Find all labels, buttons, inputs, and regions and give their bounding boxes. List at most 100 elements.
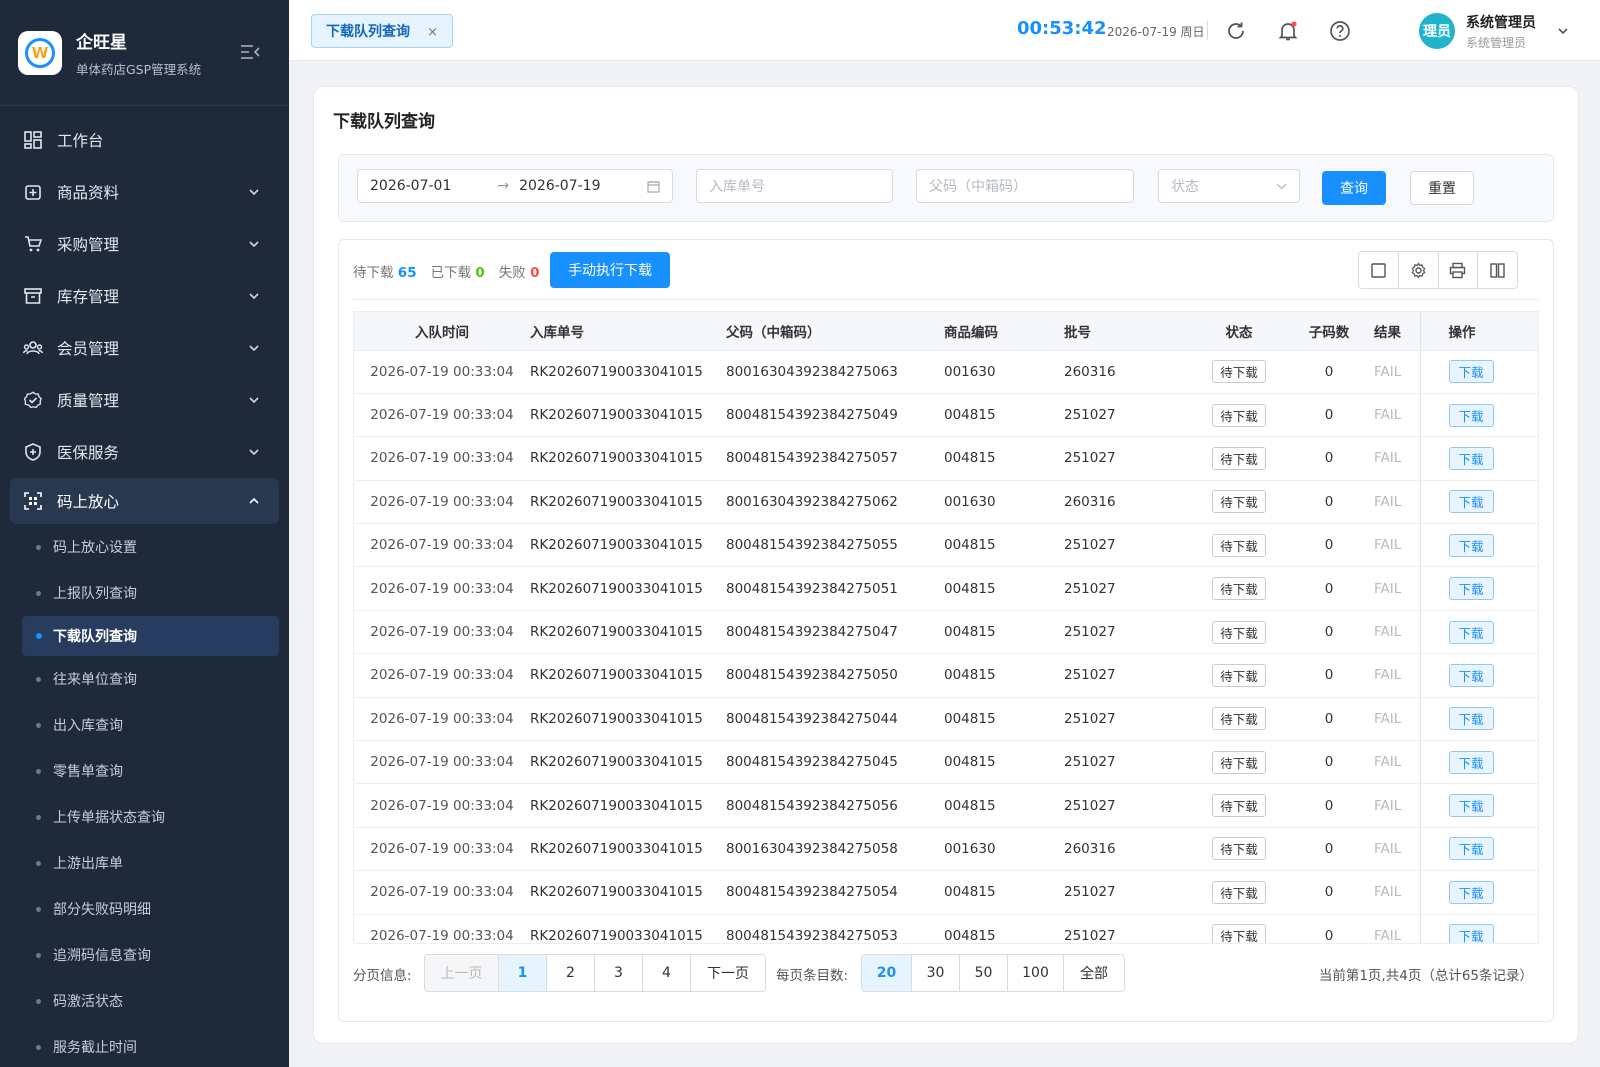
menu-item-trace-code[interactable]: 码上放心: [10, 478, 279, 524]
download-button[interactable]: 下载: [1448, 707, 1494, 731]
page-size-option[interactable]: 全部: [1064, 955, 1124, 991]
table-row[interactable]: 2026-07-19 00:33:04 RK202607190033041015 8…: [354, 740, 1538, 785]
page-button[interactable]: 4: [643, 955, 691, 991]
table-row[interactable]: 2026-07-19 00:33:04 RK202607190033041015 8…: [354, 480, 1538, 525]
download-button[interactable]: 下载: [1448, 750, 1494, 774]
menu-item-inventory[interactable]: 库存管理: [0, 270, 289, 322]
menu-item-insurance[interactable]: 医保服务: [0, 426, 289, 478]
bell-icon[interactable]: [1277, 20, 1299, 42]
print-icon[interactable]: [1439, 252, 1479, 288]
submenu-item[interactable]: 追溯码信息查询: [0, 932, 289, 978]
help-icon[interactable]: [1329, 20, 1351, 42]
cell-batch-number: 251027: [1064, 653, 1184, 698]
submenu-item[interactable]: 上报队列查询: [0, 570, 289, 616]
query-button[interactable]: 查询: [1322, 171, 1386, 205]
page-button[interactable]: 3: [595, 955, 643, 991]
download-button[interactable]: 下载: [1448, 403, 1494, 427]
table-row[interactable]: 2026-07-19 00:33:04 RK202607190033041015 8…: [354, 436, 1538, 481]
user-name[interactable]: 系统管理员: [1466, 12, 1536, 32]
date-range-picker[interactable]: 2026-07-01 → 2026-07-19: [357, 169, 673, 203]
column-header[interactable]: 状态: [1184, 312, 1294, 351]
table-row[interactable]: 2026-07-19 00:33:04 RK202607190033041015 8…: [354, 914, 1538, 943]
reset-button[interactable]: 重置: [1410, 171, 1474, 205]
page-size-option[interactable]: 100: [1008, 955, 1064, 991]
chevron-down-icon: [249, 397, 259, 404]
chevron-down-icon[interactable]: [1557, 26, 1569, 36]
submenu-item[interactable]: 零售单查询: [0, 748, 289, 794]
download-button[interactable]: 下载: [1448, 533, 1494, 557]
column-header[interactable]: 批号: [1064, 312, 1184, 351]
queue-stats: 待下载 65 已下载 0 失败 0: [353, 261, 540, 281]
column-header[interactable]: 入队时间: [354, 312, 530, 351]
download-button[interactable]: 下载: [1448, 794, 1494, 818]
cell-child-count: 0: [1294, 740, 1364, 785]
submenu-item-active[interactable]: 下载队列查询: [22, 616, 279, 656]
data-table: 入队时间 入库单号 父码（中箱码） 商品编码 批号 状态 子码数 结果 操作 2…: [353, 311, 1539, 944]
download-button[interactable]: 下载: [1448, 490, 1494, 514]
submenu-item[interactable]: 码上放心设置: [0, 524, 289, 570]
settings-icon[interactable]: [1399, 252, 1439, 288]
page-size-option[interactable]: 50: [960, 955, 1008, 991]
download-button[interactable]: 下载: [1448, 446, 1494, 470]
tab-download-queue[interactable]: 下载队列查询 ×: [311, 14, 453, 48]
table-row[interactable]: 2026-07-19 00:33:04 RK202607190033041015 8…: [354, 783, 1538, 828]
status-select[interactable]: 状态: [1158, 169, 1300, 203]
submenu-item[interactable]: 出入库查询: [0, 702, 289, 748]
download-button[interactable]: 下载: [1448, 880, 1494, 904]
download-button[interactable]: 下载: [1448, 924, 1494, 943]
table-row[interactable]: 2026-07-19 00:33:04 RK202607190033041015 8…: [354, 523, 1538, 568]
table-row[interactable]: 2026-07-19 00:33:04 RK202607190033041015 8…: [354, 350, 1538, 394]
column-header[interactable]: 父码（中箱码）: [726, 312, 944, 351]
submenu-item[interactable]: 上游出库单: [0, 840, 289, 886]
avatar[interactable]: 理员: [1419, 13, 1455, 49]
column-header[interactable]: 商品编码: [944, 312, 1064, 351]
download-button[interactable]: 下载: [1448, 837, 1494, 861]
collapse-menu-icon[interactable]: [240, 44, 260, 60]
table-row[interactable]: 2026-07-19 00:33:04 RK202607190033041015 8…: [354, 566, 1538, 611]
column-header[interactable]: 结果: [1364, 312, 1420, 351]
page-button[interactable]: 1: [499, 955, 547, 991]
cell-child-count: 0: [1294, 436, 1364, 481]
cell-product-code: 004815: [944, 566, 1064, 611]
table-row[interactable]: 2026-07-19 00:33:04 RK202607190033041015 8…: [354, 610, 1538, 655]
download-button[interactable]: 下载: [1448, 663, 1494, 687]
table-row[interactable]: 2026-07-19 00:33:04 RK202607190033041015 8…: [354, 827, 1538, 872]
page-button[interactable]: 2: [547, 955, 595, 991]
next-page-button[interactable]: 下一页: [691, 955, 765, 991]
cell-product-code: 001630: [944, 480, 1064, 525]
menu-item-purchase[interactable]: 采购管理: [0, 218, 289, 270]
cell-status: 待下载: [1184, 436, 1294, 481]
submenu-item[interactable]: 服务截止时间: [0, 1024, 289, 1067]
parent-code-input[interactable]: 父码（中箱码）: [916, 169, 1134, 203]
table-row[interactable]: 2026-07-19 00:33:04 RK202607190033041015 8…: [354, 653, 1538, 698]
refresh-icon[interactable]: [1225, 20, 1247, 42]
submenu-item[interactable]: 往来单位查询: [0, 656, 289, 702]
download-button[interactable]: 下载: [1448, 577, 1494, 601]
inventory-icon: [23, 286, 43, 306]
table-row[interactable]: 2026-07-19 00:33:04 RK202607190033041015 8…: [354, 870, 1538, 915]
table-row[interactable]: 2026-07-19 00:33:04 RK202607190033041015 8…: [354, 697, 1538, 742]
menu-item-quality[interactable]: 质量管理: [0, 374, 289, 426]
inbound-number-input[interactable]: 入库单号: [696, 169, 893, 203]
submenu-item[interactable]: 码激活状态: [0, 978, 289, 1024]
close-icon[interactable]: ×: [427, 25, 438, 40]
submenu-item[interactable]: 上传单据状态查询: [0, 794, 289, 840]
menu-item-dashboard[interactable]: 工作台: [0, 114, 289, 166]
submenu-item[interactable]: 部分失败码明细: [0, 886, 289, 932]
column-header[interactable]: 入库单号: [530, 312, 726, 351]
cell-batch-number: 251027: [1064, 783, 1184, 828]
columns-icon[interactable]: [1478, 252, 1517, 288]
column-header[interactable]: 子码数: [1294, 312, 1364, 351]
menu-item-goods[interactable]: 商品资料: [0, 166, 289, 218]
cell-inbound-number: RK202607190033041015: [530, 697, 726, 742]
fullscreen-icon[interactable]: [1359, 252, 1399, 288]
download-button[interactable]: 下载: [1448, 360, 1494, 384]
table-row[interactable]: 2026-07-19 00:33:04 RK202607190033041015 8…: [354, 393, 1538, 438]
cell-result: FAIL: [1364, 697, 1420, 742]
download-button[interactable]: 下载: [1448, 620, 1494, 644]
page-size-option[interactable]: 20: [862, 955, 912, 991]
page-size-option[interactable]: 30: [912, 955, 960, 991]
menu-item-members[interactable]: 会员管理: [0, 322, 289, 374]
manual-download-button[interactable]: 手动执行下载: [550, 252, 670, 288]
prev-page-button[interactable]: 上一页: [425, 955, 499, 991]
